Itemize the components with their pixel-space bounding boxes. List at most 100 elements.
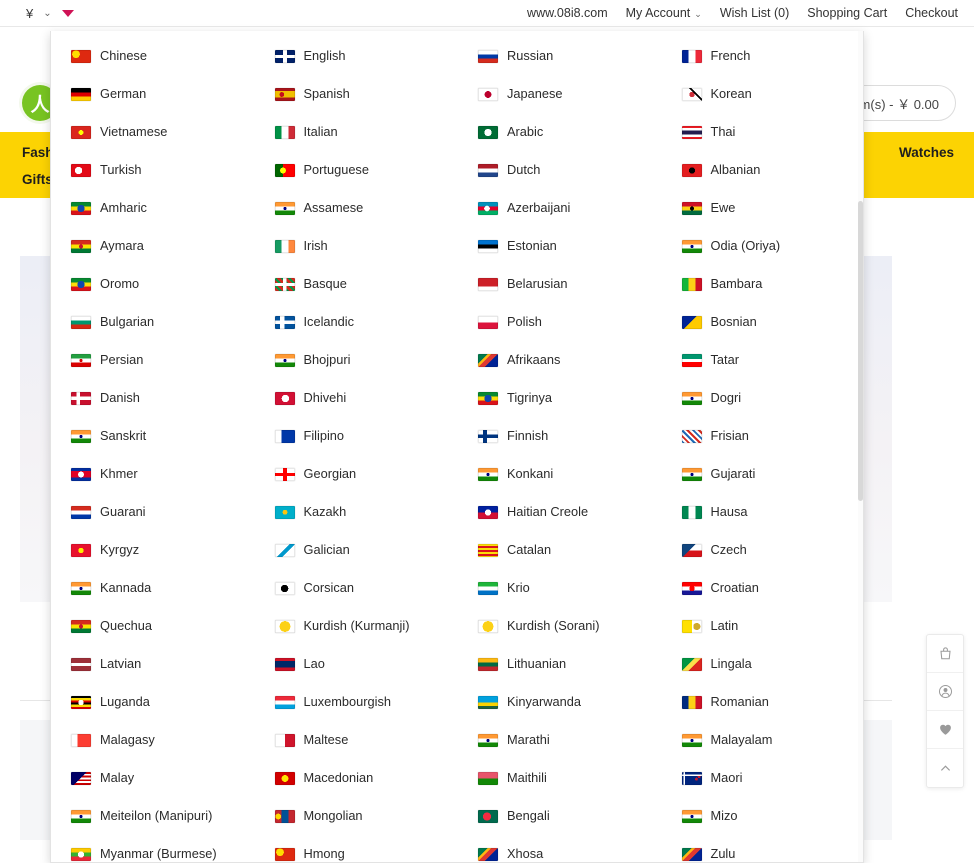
language-caret-icon[interactable]: [61, 9, 74, 17]
shopping-cart-link[interactable]: Shopping Cart: [807, 6, 887, 20]
language-option[interactable]: Aymara: [51, 227, 255, 265]
language-option[interactable]: Hmong: [255, 835, 459, 862]
language-option[interactable]: Tigrinya: [458, 379, 662, 417]
language-option[interactable]: Guarani: [51, 493, 255, 531]
language-option[interactable]: Persian: [51, 341, 255, 379]
language-option[interactable]: English: [255, 37, 459, 75]
language-option[interactable]: Danish: [51, 379, 255, 417]
rail-wishlist-button[interactable]: [927, 711, 963, 749]
wish-list-link[interactable]: Wish List (0): [720, 6, 789, 20]
language-option[interactable]: Polish: [458, 303, 662, 341]
currency-symbol[interactable]: ¥: [26, 7, 33, 20]
language-option[interactable]: Khmer: [51, 455, 255, 493]
language-option[interactable]: Galician: [255, 531, 459, 569]
promo-banner-gifts[interactable]: Gifts: [22, 172, 53, 187]
language-option[interactable]: Belarusian: [458, 265, 662, 303]
language-option[interactable]: Maithili: [458, 759, 662, 797]
language-option[interactable]: Dutch: [458, 151, 662, 189]
language-option[interactable]: Krio: [458, 569, 662, 607]
language-option[interactable]: Japanese: [458, 75, 662, 113]
language-option[interactable]: Icelandic: [255, 303, 459, 341]
language-option[interactable]: Kyrgyz: [51, 531, 255, 569]
dropdown-scrollbar[interactable]: [858, 31, 863, 862]
language-option[interactable]: Maltese: [255, 721, 459, 759]
language-option[interactable]: Haitian Creole: [458, 493, 662, 531]
language-option[interactable]: Filipino: [255, 417, 459, 455]
language-option[interactable]: Kurdish (Sorani): [458, 607, 662, 645]
language-option[interactable]: Czech: [662, 531, 864, 569]
language-option[interactable]: Turkish: [51, 151, 255, 189]
dropdown-scrollbar-thumb[interactable]: [858, 201, 863, 501]
language-option[interactable]: Luganda: [51, 683, 255, 721]
language-option[interactable]: Thai: [662, 113, 864, 151]
language-option[interactable]: Malay: [51, 759, 255, 797]
language-option[interactable]: Malagasy: [51, 721, 255, 759]
language-option[interactable]: Georgian: [255, 455, 459, 493]
language-option[interactable]: Lingala: [662, 645, 864, 683]
my-account-link[interactable]: My Account ⌄: [626, 6, 702, 20]
language-option[interactable]: Spanish: [255, 75, 459, 113]
language-option[interactable]: Vietnamese: [51, 113, 255, 151]
language-option[interactable]: Bambara: [662, 265, 864, 303]
language-option[interactable]: Mizo: [662, 797, 864, 835]
language-option[interactable]: Finnish: [458, 417, 662, 455]
language-option[interactable]: Corsican: [255, 569, 459, 607]
language-option[interactable]: Italian: [255, 113, 459, 151]
language-option[interactable]: Frisian: [662, 417, 864, 455]
rail-back-to-top-button[interactable]: [927, 749, 963, 787]
language-option[interactable]: Russian: [458, 37, 662, 75]
language-option[interactable]: Latin: [662, 607, 864, 645]
language-option[interactable]: Bosnian: [662, 303, 864, 341]
rail-cart-button[interactable]: [927, 635, 963, 673]
language-option[interactable]: German: [51, 75, 255, 113]
language-option[interactable]: Kurdish (Kurmanji): [255, 607, 459, 645]
language-option[interactable]: Azerbaijani: [458, 189, 662, 227]
language-option[interactable]: Mongolian: [255, 797, 459, 835]
promo-banner-watches[interactable]: Watches: [899, 145, 954, 160]
language-option[interactable]: Luxembourgish: [255, 683, 459, 721]
language-option[interactable]: Irish: [255, 227, 459, 265]
language-option[interactable]: Kazakh: [255, 493, 459, 531]
language-option[interactable]: Chinese: [51, 37, 255, 75]
language-option[interactable]: French: [662, 37, 864, 75]
language-option[interactable]: Malayalam: [662, 721, 864, 759]
language-option[interactable]: Basque: [255, 265, 459, 303]
language-option[interactable]: Sanskrit: [51, 417, 255, 455]
language-option[interactable]: Konkani: [458, 455, 662, 493]
language-option[interactable]: Dogri: [662, 379, 864, 417]
language-option[interactable]: Assamese: [255, 189, 459, 227]
checkout-link[interactable]: Checkout: [905, 6, 958, 20]
language-option[interactable]: Odia (Oriya): [662, 227, 864, 265]
language-option[interactable]: Myanmar (Burmese): [51, 835, 255, 862]
language-option[interactable]: Portuguese: [255, 151, 459, 189]
language-option[interactable]: Bulgarian: [51, 303, 255, 341]
language-option[interactable]: Kannada: [51, 569, 255, 607]
language-option[interactable]: Albanian: [662, 151, 864, 189]
language-option[interactable]: Gujarati: [662, 455, 864, 493]
language-option[interactable]: Macedonian: [255, 759, 459, 797]
language-option[interactable]: Marathi: [458, 721, 662, 759]
language-option[interactable]: Catalan: [458, 531, 662, 569]
language-option[interactable]: Quechua: [51, 607, 255, 645]
language-option[interactable]: Kinyarwanda: [458, 683, 662, 721]
language-option[interactable]: Oromo: [51, 265, 255, 303]
language-option[interactable]: Croatian: [662, 569, 864, 607]
language-option[interactable]: Arabic: [458, 113, 662, 151]
language-option[interactable]: Ewe: [662, 189, 864, 227]
language-option[interactable]: Tatar: [662, 341, 864, 379]
language-option[interactable]: Meiteilon (Manipuri): [51, 797, 255, 835]
language-option[interactable]: Estonian: [458, 227, 662, 265]
language-option[interactable]: Lithuanian: [458, 645, 662, 683]
language-option[interactable]: Hausa: [662, 493, 864, 531]
language-option[interactable]: Afrikaans: [458, 341, 662, 379]
language-option[interactable]: Lao: [255, 645, 459, 683]
language-option[interactable]: Maori: [662, 759, 864, 797]
language-option[interactable]: Dhivehi: [255, 379, 459, 417]
language-option[interactable]: Amharic: [51, 189, 255, 227]
rail-account-button[interactable]: [927, 673, 963, 711]
language-option[interactable]: Korean: [662, 75, 864, 113]
chevron-down-icon[interactable]: ⌄: [43, 8, 51, 19]
language-option[interactable]: Zulu: [662, 835, 864, 862]
language-option[interactable]: Bhojpuri: [255, 341, 459, 379]
language-option[interactable]: Romanian: [662, 683, 864, 721]
